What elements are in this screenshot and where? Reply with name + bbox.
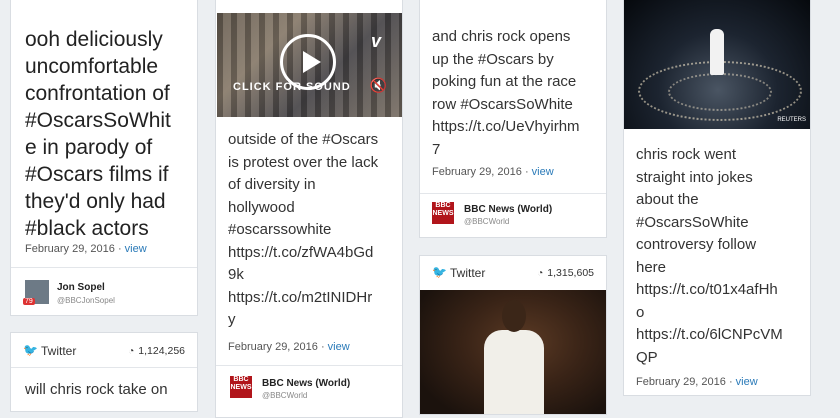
view-link[interactable]: view <box>125 243 147 255</box>
photo-oscars-stage[interactable]: REUTERS <box>624 0 810 129</box>
author-row[interactable]: BBC NEWS BBC News (World) @BBCWorld <box>420 193 606 237</box>
vine-icon: v <box>370 31 381 51</box>
view-link[interactable]: view <box>736 376 758 388</box>
signal-icon: ◔ <box>128 346 135 357</box>
tweet-card-twitter: 🐦 Twitter ◔ 1,124,256 will chris rock tak… <box>10 332 198 412</box>
author-name: Jon Sopel <box>57 282 105 293</box>
view-link[interactable]: view <box>328 341 350 353</box>
tweet-date: February 29, 2016 · view <box>432 166 554 178</box>
author-handle: @BBCWorld <box>464 217 510 226</box>
author-row[interactable]: 79 Jon Sopel @BBCJonSopel <box>11 267 197 315</box>
tweet-card-chris-rock: and chris rock opens up the #Oscars by pok… <box>419 0 607 238</box>
author-handle: @BBCJonSopel <box>57 296 115 305</box>
source-label: Twitter <box>41 344 77 358</box>
video-thumbnail[interactable]: v CLICK FOR SOUND 🔇 <box>217 13 402 117</box>
follower-count: ◔ 1,124,256 <box>128 345 185 357</box>
photo-chris-rock-stage[interactable] <box>420 290 606 414</box>
tweet-date: February 29, 2016 · view <box>25 243 147 255</box>
badge: 79 <box>23 298 35 305</box>
figure-jacket <box>484 330 544 414</box>
tweet-text: will chris rock take on <box>25 381 168 398</box>
stage-rings-inner <box>668 73 772 111</box>
author-row[interactable]: BBC NEWS BBC News (World) @BBCWorld <box>216 365 402 416</box>
figure-performer <box>710 29 724 75</box>
source-header: 🐦 Twitter ◔ 1,124,256 <box>11 333 197 368</box>
tweet-date: February 29, 2016 · view <box>636 376 758 388</box>
tweet-card-protest: v CLICK FOR SOUND 🔇 outside of the #Osca… <box>215 0 403 418</box>
tweet-card-reuters: REUTERS chris rock went straight into jok… <box>623 0 811 396</box>
source-header: 🐦 Twitter ◔ 1,315,605 <box>420 256 606 291</box>
play-icon <box>303 51 321 73</box>
tweet-card-jon-sopel: ooh deliciously uncomfortable confrontatio… <box>10 0 198 316</box>
tweet-text: ooh deliciously uncomfortable confrontatio… <box>25 28 171 240</box>
bbc-logo-avatar: BBC NEWS <box>432 202 454 224</box>
twitter-bird-icon: 🐦 <box>23 343 38 357</box>
twitter-bird-icon: 🐦 <box>432 265 447 279</box>
tweet-text: chris rock went straight into jokes about … <box>636 146 783 366</box>
video-caption: CLICK FOR SOUND <box>233 81 351 93</box>
author-name: BBC News (World) <box>262 378 351 389</box>
mute-icon[interactable]: 🔇 <box>370 77 387 94</box>
figure-head <box>502 300 526 332</box>
author-handle: @BBCWorld <box>262 391 308 400</box>
bbc-logo-avatar: BBC NEWS <box>230 376 252 398</box>
author-name: BBC News (World) <box>464 204 553 215</box>
signal-icon: ◔ <box>537 268 544 279</box>
source-label: Twitter <box>450 266 486 280</box>
tweet-text: and chris rock opens up the #Oscars by pok… <box>432 28 580 158</box>
reuters-watermark: REUTERS <box>777 117 806 123</box>
follower-count: ◔ 1,315,605 <box>537 267 594 279</box>
tweet-date: February 29, 2016 · view <box>228 341 350 353</box>
tweet-text: outside of the #Oscars is protest over th… <box>228 131 379 328</box>
view-link[interactable]: view <box>532 166 554 178</box>
tweet-card-twitter: 🐦 Twitter ◔ 1,315,605 <box>419 255 607 415</box>
